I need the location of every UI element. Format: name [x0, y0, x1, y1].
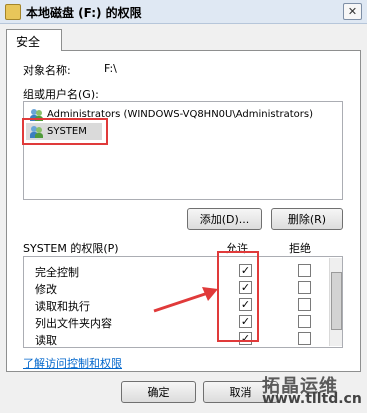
watermark-url: www.tlltd.cn	[262, 391, 362, 407]
deny-checkbox[interactable]	[298, 281, 311, 294]
deny-checkbox[interactable]	[298, 332, 311, 345]
permission-name: 完全控制	[35, 266, 79, 279]
permission-row: 读取 ✓	[32, 330, 322, 347]
deny-checkbox[interactable]	[298, 264, 311, 277]
close-icon: ✕	[347, 5, 358, 18]
window-title: 本地磁盘 (F:) 的权限	[26, 6, 142, 20]
folder-icon	[5, 4, 21, 20]
object-name-value: F:\	[104, 62, 117, 75]
annotation-box-allow	[217, 251, 259, 342]
permissions-label: SYSTEM 的权限(P)	[23, 242, 119, 255]
permission-row: 完全控制 ✓	[32, 262, 322, 279]
annotation-arrow-icon	[153, 287, 218, 313]
permission-name: 读取和执行	[35, 300, 90, 313]
deny-checkbox[interactable]	[298, 315, 311, 328]
tab-security[interactable]: 安全	[6, 29, 62, 51]
close-button[interactable]: ✕	[343, 3, 362, 20]
permission-row: 列出文件夹内容 ✓	[32, 313, 322, 330]
annotation-box-system	[22, 118, 108, 145]
permission-name: 修改	[35, 283, 57, 296]
permissions-scrollbar[interactable]	[329, 258, 342, 346]
object-name-label: 对象名称:	[23, 64, 71, 77]
ok-button[interactable]: 确定	[121, 381, 196, 403]
remove-button[interactable]: 删除(R)	[271, 208, 343, 230]
scroll-thumb[interactable]	[331, 272, 342, 330]
deny-column-header: 拒绝	[289, 242, 311, 255]
groups-label: 组或用户名(G):	[23, 88, 99, 101]
permission-name: 读取	[35, 334, 57, 347]
group-list[interactable]: Administrators (WINDOWS-VQ8HN0U\Administ…	[23, 101, 343, 200]
add-button[interactable]: 添加(D)...	[187, 208, 262, 230]
access-control-help-link[interactable]: 了解访问控制和权限	[23, 355, 122, 371]
permission-name: 列出文件夹内容	[35, 317, 112, 330]
deny-checkbox[interactable]	[298, 298, 311, 311]
